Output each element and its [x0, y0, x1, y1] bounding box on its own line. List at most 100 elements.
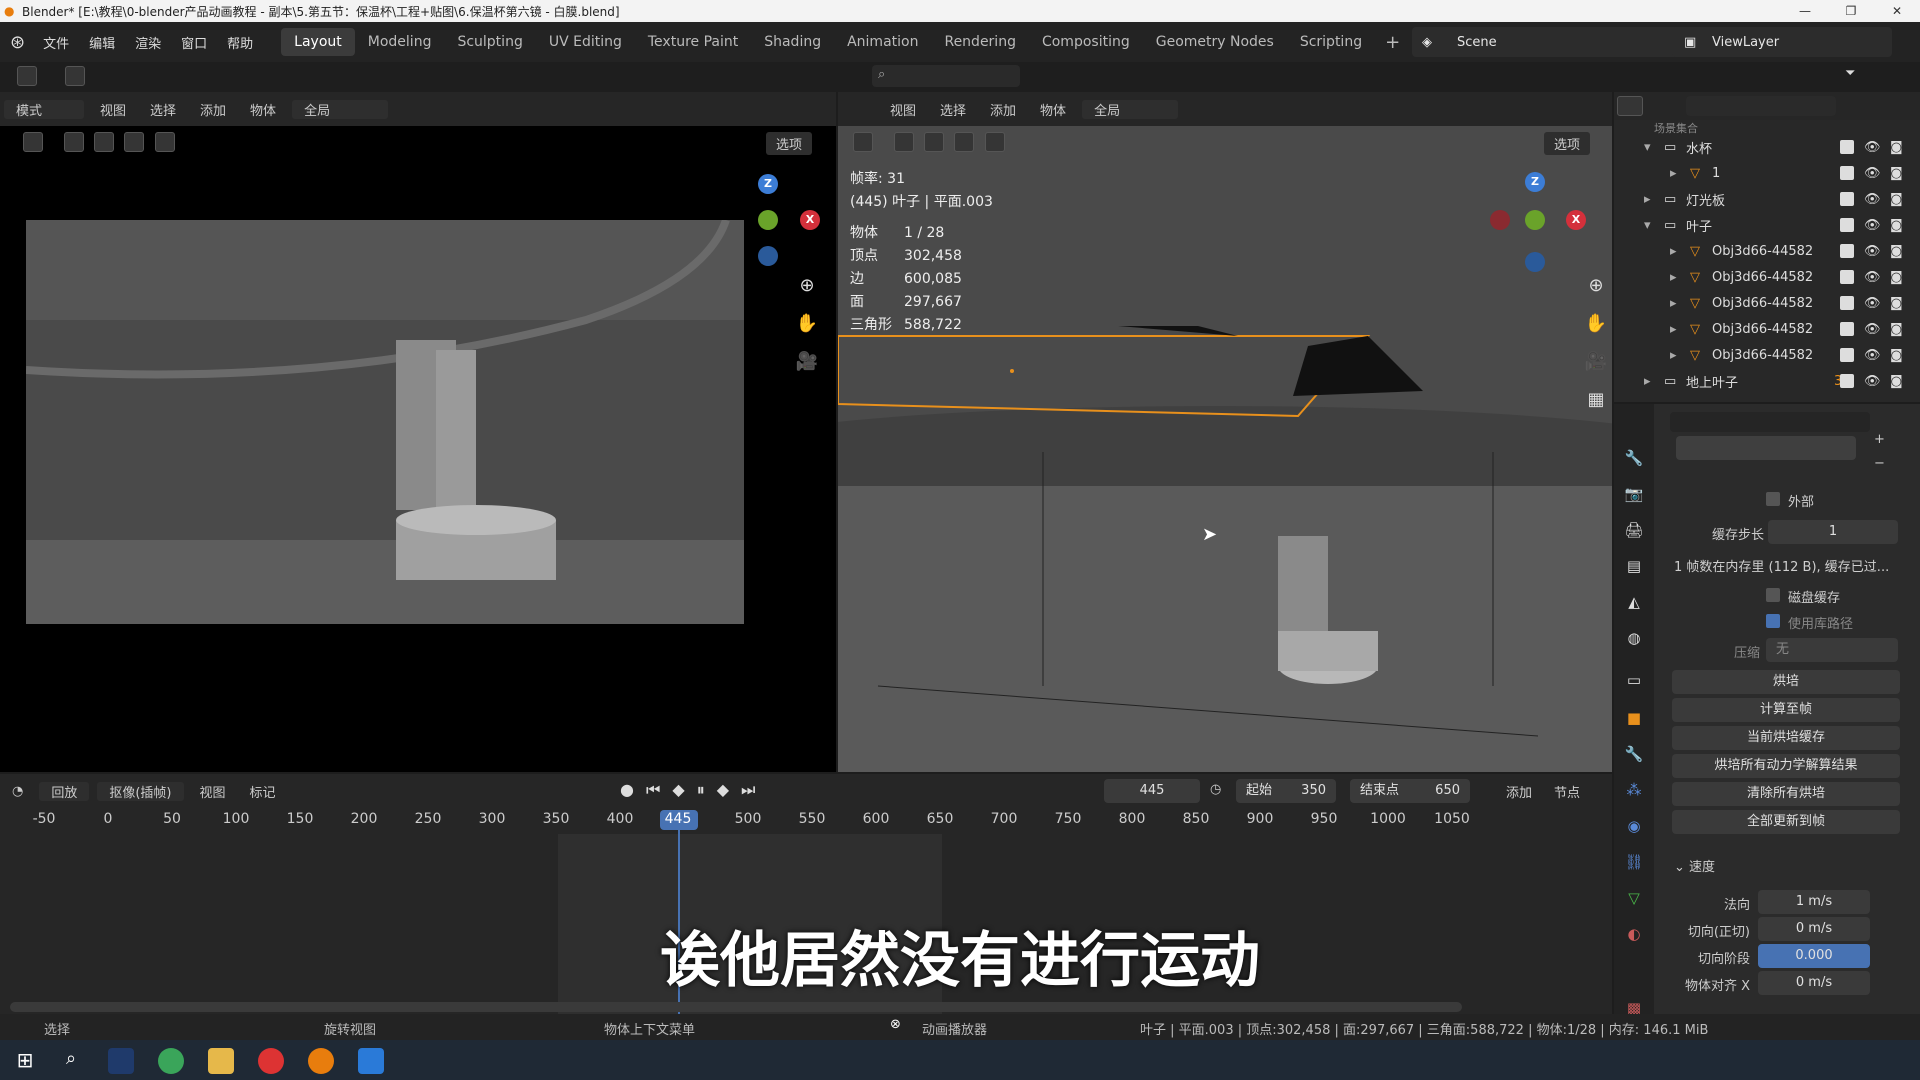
eye-icon[interactable]: 👁: [1864, 166, 1881, 181]
left-options-dropdown[interactable]: 选项: [766, 132, 813, 155]
keying-dropdown[interactable]: 抠像(插帧): [97, 781, 184, 801]
cancel-icon[interactable]: ⊗: [890, 1017, 901, 1032]
chevron-right-icon[interactable]: ▸: [1644, 192, 1651, 207]
workspace-tab[interactable]: Shading: [751, 28, 834, 56]
bake-action-button[interactable]: 烘培所有动力学解算结果: [1672, 754, 1900, 778]
start-frame-field[interactable]: 起始 350: [1236, 779, 1336, 803]
scene-selector[interactable]: ◈ Scene: [1412, 27, 1688, 57]
minimize-button[interactable]: —: [1782, 0, 1828, 22]
workspace-tab[interactable]: Texture Paint: [635, 28, 751, 56]
outliner-search-input[interactable]: [1686, 96, 1836, 116]
output-tab-icon[interactable]: 🖨: [1620, 516, 1648, 544]
camera-render-icon[interactable]: ◙: [1890, 270, 1903, 285]
pan-hand-icon[interactable]: ✋: [793, 310, 821, 338]
close-button[interactable]: ✕: [1874, 0, 1920, 22]
eye-icon[interactable]: 👁: [1864, 192, 1881, 207]
jump-end-icon[interactable]: ⏭: [741, 780, 755, 800]
blender-menu-icon[interactable]: ⊛: [10, 32, 25, 53]
object-tab-icon[interactable]: ■: [1620, 704, 1648, 732]
outliner-item[interactable]: ▸ ▽ Obj3d66-44582 👁 ◙: [1614, 342, 1920, 368]
gizmo-y-axis[interactable]: [1525, 210, 1545, 230]
marker-menu[interactable]: 标记: [238, 782, 288, 801]
outliner-item[interactable]: ▸ ▽ Obj3d66-44582 👁 ◙: [1614, 316, 1920, 342]
windows-start-icon[interactable]: ⊞: [12, 1048, 38, 1074]
eye-icon[interactable]: 👁: [1864, 296, 1881, 311]
gizmo-neg-x-axis[interactable]: [1490, 210, 1510, 230]
right-options-dropdown[interactable]: 选项: [1544, 132, 1591, 155]
disk-cache-checkbox[interactable]: [1766, 588, 1780, 602]
select-tool-icon[interactable]: [853, 132, 873, 152]
workspace-tab[interactable]: Scripting: [1287, 28, 1375, 56]
prev-keyframe-icon[interactable]: ◆: [672, 780, 684, 800]
cache-step-field[interactable]: 1: [1768, 520, 1898, 544]
app-taskbar-icon[interactable]: [358, 1048, 384, 1074]
right-viewport[interactable]: 视图 选择 添加 物体 全局 选项 帧率: 31 (445) 叶子 | 平面.0…: [838, 92, 1612, 772]
select-tool-icon[interactable]: [23, 132, 43, 152]
recorder-icon[interactable]: [258, 1048, 284, 1074]
select-menu[interactable]: 选择: [928, 100, 978, 119]
gizmo-neg-z-axis[interactable]: [758, 246, 778, 266]
chevron-right-icon[interactable]: ▸: [1670, 296, 1677, 311]
browser-icon[interactable]: [158, 1048, 184, 1074]
eye-icon[interactable]: 👁: [1864, 348, 1881, 363]
camera-render-icon[interactable]: ◙: [1890, 322, 1903, 337]
outliner-item[interactable]: ▸ ▽ Obj3d66-44582 👁 ◙: [1614, 264, 1920, 290]
box-select-extend-icon[interactable]: [924, 132, 945, 152]
zoom-icon[interactable]: ⊕: [793, 272, 821, 300]
bake-action-button[interactable]: 当前烘培缓存: [1672, 726, 1900, 750]
bake-action-button[interactable]: 全部更新到帧: [1672, 810, 1900, 834]
box-select-extend-icon[interactable]: [94, 132, 115, 152]
gizmo-x-axis[interactable]: X: [800, 210, 820, 230]
eye-icon[interactable]: 👁: [1864, 140, 1881, 155]
exclude-checkbox[interactable]: [1840, 348, 1854, 362]
gizmo-neg-z-axis[interactable]: [1525, 252, 1545, 272]
chevron-down-icon[interactable]: ▾: [1644, 218, 1651, 233]
search-input[interactable]: ⌕: [872, 65, 1020, 87]
playback-dropdown[interactable]: 回放: [39, 781, 90, 801]
box-select-invert-icon[interactable]: [984, 132, 1005, 152]
workspace-tab[interactable]: Layout: [281, 28, 355, 56]
view-layer-tab-icon[interactable]: ▤: [1620, 552, 1648, 580]
outliner-item[interactable]: ▸ ▭ 地上叶子 3 👁 ◙: [1614, 368, 1920, 394]
left-viewport[interactable]: 模式 视图 选择 添加 物体 全局 选项 Z X ⊕ ✋ 🎥: [0, 92, 836, 772]
image-editor-icon[interactable]: [65, 66, 85, 86]
transform-orientation[interactable]: 全局: [1082, 99, 1179, 119]
add-workspace-icon[interactable]: +: [1385, 32, 1400, 53]
bake-action-button[interactable]: 计算至帧: [1672, 698, 1900, 722]
cache-list[interactable]: [1676, 436, 1856, 460]
compression-dropdown[interactable]: 无: [1766, 638, 1898, 662]
camera-view-icon[interactable]: 🎥: [793, 348, 821, 376]
camera-render-icon[interactable]: ◙: [1890, 348, 1903, 363]
data-tab-icon[interactable]: ▽: [1620, 884, 1648, 912]
outliner-item[interactable]: ▸ ▽ 1 👁 ◙: [1614, 160, 1920, 186]
workspace-tab[interactable]: Geometry Nodes: [1143, 28, 1287, 56]
camera-render-icon[interactable]: ◙: [1890, 192, 1903, 207]
outliner-editor-icon[interactable]: [1617, 96, 1643, 116]
gizmo-z-axis[interactable]: Z: [1525, 172, 1545, 192]
camera-render-icon[interactable]: ◙: [1890, 166, 1903, 181]
perspective-grid-icon[interactable]: ▦: [1582, 386, 1610, 414]
exclude-checkbox[interactable]: [1840, 244, 1854, 258]
photoshop-icon[interactable]: [108, 1048, 134, 1074]
eye-icon[interactable]: 👁: [1864, 270, 1881, 285]
chevron-right-icon[interactable]: ▸: [1644, 374, 1651, 389]
world-tab-icon[interactable]: ◍: [1620, 624, 1648, 652]
properties-search-input[interactable]: [1670, 412, 1870, 432]
chevron-right-icon[interactable]: ▸: [1670, 166, 1677, 181]
chevron-right-icon[interactable]: ▸: [1670, 322, 1677, 337]
exclude-checkbox[interactable]: [1840, 166, 1854, 180]
menu-item[interactable]: 编辑: [79, 33, 125, 52]
view-menu[interactable]: 视图: [88, 100, 138, 119]
remove-item-icon[interactable]: −: [1874, 456, 1885, 471]
eye-icon[interactable]: 👁: [1864, 218, 1881, 233]
chevron-right-icon[interactable]: ▸: [1670, 244, 1677, 259]
workspace-tab[interactable]: Compositing: [1029, 28, 1143, 56]
exclude-checkbox[interactable]: [1840, 270, 1854, 284]
menu-item[interactable]: 帮助: [217, 33, 263, 52]
workspace-tab[interactable]: Rendering: [931, 28, 1029, 56]
menu-item[interactable]: 文件: [33, 33, 79, 52]
gizmo-z-axis[interactable]: Z: [758, 174, 778, 194]
bake-action-button[interactable]: 烘培: [1672, 670, 1900, 694]
add-item-icon[interactable]: +: [1874, 432, 1885, 447]
zoom-icon[interactable]: ⊕: [1582, 272, 1610, 300]
